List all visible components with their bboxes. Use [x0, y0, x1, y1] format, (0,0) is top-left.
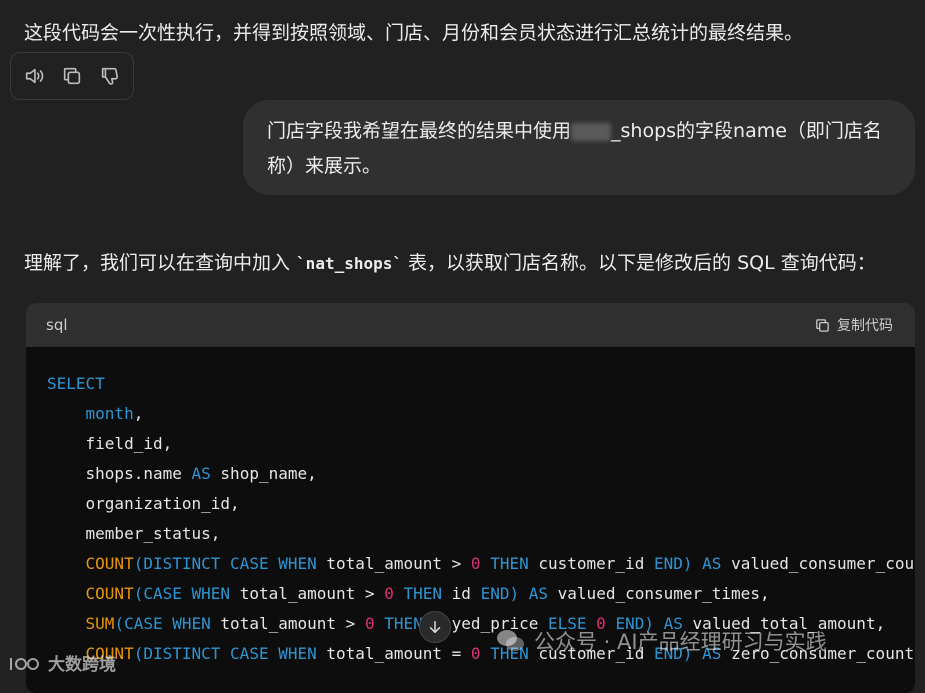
thumbs-down-icon[interactable] — [99, 65, 121, 87]
code-line: month, — [85, 404, 144, 423]
reply-part-2: 表，以获取门店名称。以下是修改后的 SQL 查询代码： — [402, 252, 876, 274]
copy-code-label: 复制代码 — [837, 318, 893, 334]
reply-part-1: 理解了，我们可以在查询中加入 — [24, 252, 297, 274]
code-line: SELECT — [47, 374, 105, 393]
code-line: member_status, — [85, 524, 221, 543]
wechat-watermark-text: 公众号 · AI产品经理研习与实践 — [534, 630, 827, 654]
code-language: sql — [46, 316, 68, 334]
copy-code-button[interactable]: 复制代码 — [814, 315, 893, 335]
brand-watermark: 大数跨境 — [8, 650, 116, 675]
wechat-icon — [497, 630, 524, 651]
code-content: SELECT month, field_id, shops.name AS sh… — [47, 369, 915, 669]
inline-code-table: `nat_shops` — [296, 254, 403, 273]
code-line: organization_id, — [85, 494, 240, 513]
message-actions — [10, 52, 134, 100]
copy-icon — [816, 318, 829, 332]
code-header: sql 复制代码 — [26, 303, 915, 347]
redacted-text — [571, 122, 612, 141]
user-message: 门店字段我希望在最终的结果中使用 _shops的字段name（即门店名称）来展示。 — [267, 114, 897, 184]
speaker-icon[interactable] — [23, 65, 45, 87]
assistant-message: 这段代码会一次性执行，并得到按照领域、门店、月份和会员状态进行汇总统计的最终结果… — [24, 22, 804, 44]
assistant-reply: 理解了，我们可以在查询中加入 `nat_shops` 表，以获取门店名称。以下是… — [24, 248, 876, 279]
user-message-part-1: 门店字段我希望在最终的结果中使用 — [267, 120, 572, 142]
code-line: COUNT(CASE WHEN total_amount > 0 THEN id… — [85, 584, 770, 603]
scroll-down-button[interactable] — [419, 611, 451, 643]
arrow-down-icon — [429, 621, 441, 633]
code-line: shops.name AS shop_name, — [85, 464, 317, 483]
code-line: field_id, — [85, 434, 173, 453]
brand-logo-icon — [10, 657, 39, 670]
wechat-watermark: 公众号 · AI产品经理研习与实践 — [496, 626, 827, 656]
copy-icon[interactable] — [61, 65, 83, 87]
user-message-bubble: 门店字段我希望在最终的结果中使用 _shops的字段name（即门店名称）来展示。 — [243, 100, 915, 195]
brand-watermark-text: 大数跨境 — [48, 655, 116, 675]
code-line: COUNT(DISTINCT CASE WHEN total_amount > … — [85, 554, 915, 573]
